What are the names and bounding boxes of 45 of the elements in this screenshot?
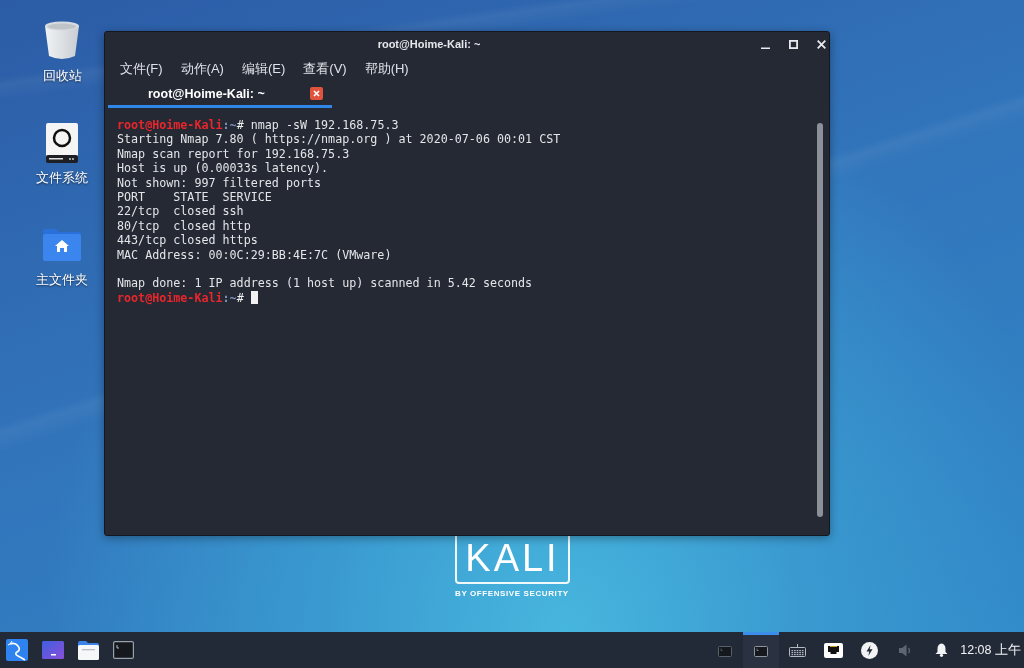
output-line: 443/tcp closed https [117, 233, 258, 248]
terminal-tab[interactable]: root@Hoime-Kali: ~ [108, 82, 332, 108]
menu-item[interactable]: 编辑(E) [241, 60, 286, 78]
close-tab-icon[interactable] [310, 87, 323, 100]
bell-icon[interactable] [934, 643, 948, 657]
icon-label[interactable]: 主文件夹 [36, 272, 88, 288]
output-line: 22/tcp closed ssh [117, 204, 244, 219]
icon-label[interactable]: 回收站 [42, 68, 82, 84]
ethernet-port-icon[interactable] [823, 642, 843, 658]
maximize-icon[interactable] [789, 39, 798, 49]
output-line: MAC Address: 00:0C:29:BB:4E:7C (VMware) [117, 247, 392, 262]
menu-item[interactable]: 动作(A) [180, 60, 224, 78]
logo-tagline: BY OFFENSIVE SECURITY [455, 589, 569, 598]
terminal-icon[interactable] [754, 646, 769, 657]
drive-icon[interactable] [46, 123, 78, 163]
icon-label[interactable]: 文件系统 [36, 170, 88, 186]
output-line: Host is up (0.00033s latency). [117, 161, 329, 176]
menu-item[interactable]: 文件(F) [120, 60, 163, 78]
home-folder-icon[interactable] [43, 229, 81, 261]
command-text: nmap -sW 192.168.75.3 [250, 118, 399, 132]
clock-text[interactable]: 12:08 上午 [959, 641, 1024, 659]
screen-icon[interactable] [42, 641, 64, 659]
output-line: Starting Nmap 7.80 ( https://nmap.org ) at 2020-07-06 00:01 CST [117, 132, 561, 147]
terminal-icon[interactable] [113, 641, 134, 659]
menu-item[interactable]: 帮助(H) [364, 60, 409, 78]
folder-icon[interactable] [78, 640, 99, 660]
scrollbar[interactable] [817, 123, 823, 517]
output-line: Nmap scan report for 192.168.75.3 [117, 146, 350, 161]
output-line: PORT STATE SERVICE [117, 189, 272, 204]
shell-prompt: root@Hoime-Kali:~# [117, 290, 244, 305]
logo-wordmark: KALI [465, 541, 560, 575]
output-line: Not shown: 997 filtered ports [117, 175, 322, 190]
output-line: 80/tcp closed http [117, 218, 251, 233]
shell-prompt: root@Hoime-Kali:~# [117, 118, 244, 132]
dragon-icon[interactable] [6, 639, 28, 661]
terminal-icon[interactable] [718, 646, 733, 657]
menu-item[interactable]: 查看(V) [303, 60, 347, 78]
keyboard-icon[interactable] [788, 643, 806, 657]
taskbar-window-button[interactable] [743, 632, 780, 668]
trash-icon[interactable] [44, 21, 80, 61]
speaker-icon[interactable] [899, 643, 912, 657]
window-title: root@Hoime-Kali: ~ [376, 38, 482, 50]
lightning-icon[interactable] [860, 641, 878, 659]
close-icon[interactable] [817, 39, 826, 49]
output-line: Nmap done: 1 IP address (1 host up) scanned in 5.42 seconds [117, 276, 533, 291]
